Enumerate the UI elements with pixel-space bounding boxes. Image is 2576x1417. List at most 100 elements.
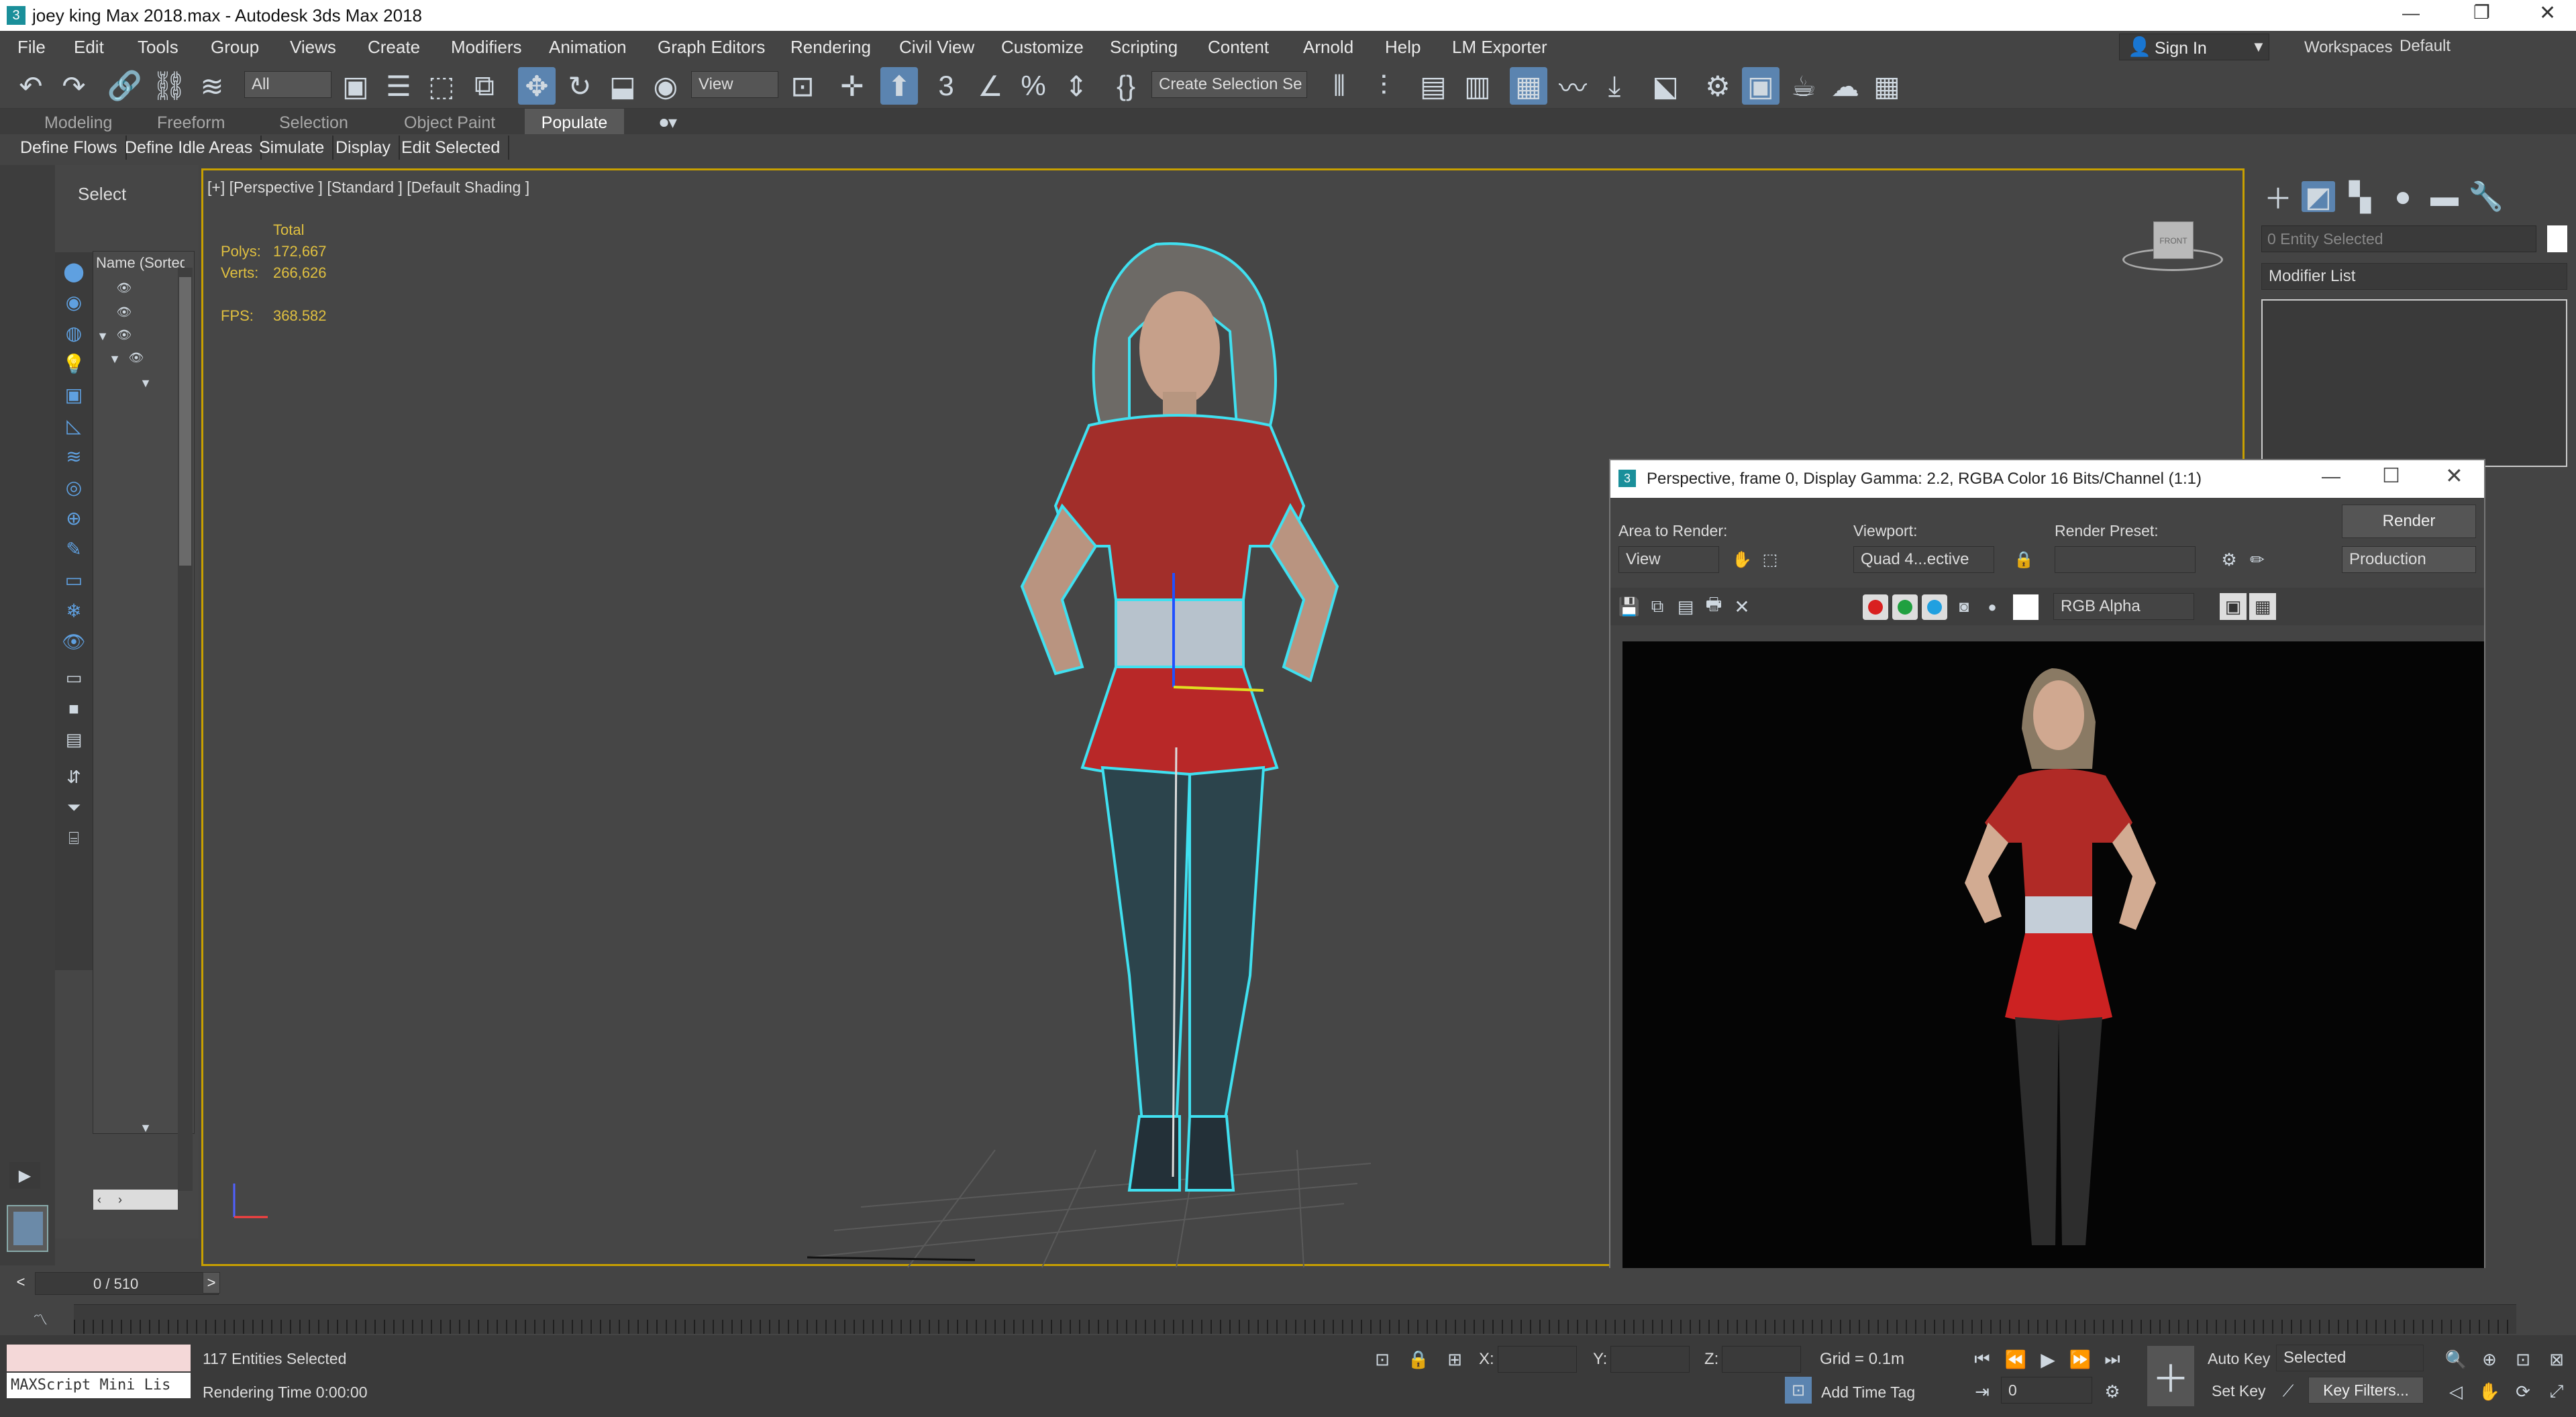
select-object-icon[interactable]: ▣ (338, 68, 373, 103)
key-mode-icon[interactable]: ⇥ (1969, 1378, 1996, 1405)
rendered-frame-icon[interactable]: ▣ (1742, 67, 1780, 105)
create-tab-icon[interactable]: ＋ (2261, 181, 2295, 215)
maxscript-listener-top[interactable] (7, 1345, 191, 1371)
orbit-icon[interactable]: ⟳ (2510, 1378, 2536, 1405)
rect-region-icon[interactable]: ⬚ (424, 68, 459, 103)
scrollbar-thumb[interactable] (179, 277, 191, 566)
current-frame-field[interactable]: 0 (2001, 1377, 2092, 1404)
alpha-channel-icon[interactable]: ◙ (1951, 594, 1977, 620)
spinner-snap-icon[interactable]: ⇕ (1059, 68, 1094, 103)
schematic-view-icon[interactable]: ⤓ (1597, 68, 1632, 103)
utilities-tab-icon[interactable]: 🔧 (2469, 180, 2504, 212)
material-editor-icon[interactable]: ⬕ (1648, 68, 1683, 103)
next-frame-icon[interactable]: ⏩ (2067, 1346, 2094, 1373)
absolute-mode-icon[interactable]: ⊞ (1441, 1346, 1468, 1373)
visibility-icon[interactable]: 👁 (116, 304, 132, 320)
entity-selected-field[interactable]: 0 Entity Selected (2261, 225, 2536, 252)
scene-explorer-icon[interactable]: ▥ (1460, 68, 1495, 103)
area-to-render-dropdown[interactable]: View (1618, 546, 1719, 573)
add-time-tag[interactable]: Add Time Tag (1821, 1383, 1915, 1402)
monochrome-icon[interactable]: ● (1979, 594, 2005, 620)
menu-rendering[interactable]: Rendering (790, 34, 871, 60)
menu-animation[interactable]: Animation (549, 34, 627, 60)
render-preset-dropdown[interactable] (2055, 546, 2196, 573)
ribbon-options-icon[interactable]: ⏺▾ (651, 111, 686, 134)
environment-icon[interactable]: ✏ (2244, 546, 2271, 573)
copy-image-icon[interactable]: ⧉ (1644, 593, 1671, 620)
rotate-icon[interactable]: ↻ (562, 68, 597, 103)
align-icon[interactable]: ⫶ (1366, 68, 1401, 103)
display-frozen-icon[interactable]: 👁 (59, 628, 89, 655)
display-cameras-icon[interactable]: ▣ (59, 381, 89, 408)
snap-3d-icon[interactable]: 3 (929, 68, 964, 103)
keyboard-shortcut-icon[interactable]: ⬆ (880, 67, 918, 105)
motion-tab-icon[interactable]: ● (2386, 180, 2420, 212)
display-dependents-icon[interactable]: ▤ (59, 726, 89, 753)
ref-coord-dropdown[interactable]: View (691, 71, 778, 98)
lock-icon[interactable]: 🔒 (2010, 546, 2037, 573)
display-lights-icon[interactable]: 💡 (59, 350, 89, 377)
z-coordinate-field[interactable] (1722, 1346, 1801, 1373)
clear-icon[interactable]: ✕ (1729, 593, 1755, 620)
unlink-icon[interactable]: ⛓ (151, 68, 187, 103)
move-icon[interactable]: ✥ (518, 67, 556, 105)
visibility-icon[interactable]: 👁 (116, 280, 132, 296)
maxscript-listener[interactable]: MAXScript Mini Lis (7, 1373, 191, 1398)
zoom-extents-all-icon[interactable]: ⊠ (2543, 1346, 2570, 1373)
toggle-overlay-icon[interactable]: ▦ (2249, 593, 2276, 620)
render-button[interactable]: Render (2342, 505, 2476, 538)
menu-customize[interactable]: Customize (1001, 34, 1084, 60)
ribbon-toggle-icon[interactable]: ▦ (1510, 67, 1547, 105)
pan-icon[interactable]: ✋ (2476, 1378, 2503, 1405)
edit-region-icon[interactable]: ✋ (1730, 547, 1754, 572)
signin-button[interactable]: 👤 Sign In ▼ (2119, 34, 2269, 60)
render-setup-icon[interactable]: ⚙ (2216, 546, 2243, 573)
display-tab-icon[interactable]: ▬ (2428, 180, 2461, 212)
menu-file[interactable]: File (17, 34, 46, 60)
define-idle-areas-button[interactable]: Define Idle Areas (125, 136, 262, 160)
display-containers-icon[interactable]: ▭ (59, 566, 89, 593)
place-icon[interactable]: ◉ (648, 68, 683, 103)
modifier-list-dropdown[interactable]: Modifier List (2261, 263, 2567, 290)
object-color-swatch[interactable] (2547, 225, 2567, 252)
minimize-button[interactable]: — (2402, 3, 2420, 23)
save-image-icon[interactable]: 💾 (1616, 593, 1643, 620)
display-geometry-icon[interactable]: ◉ (59, 288, 89, 315)
name-column-header[interactable]: Name (Sorted A (96, 254, 185, 272)
select-manipulate-icon[interactable]: ✛ (835, 68, 870, 103)
previous-frame-icon[interactable]: ⏪ (2002, 1346, 2029, 1373)
green-channel-toggle[interactable] (1892, 594, 1918, 620)
zoom-icon[interactable]: 🔍 (2442, 1346, 2469, 1373)
edit-selected-button[interactable]: Edit Selected (401, 136, 510, 160)
display-children-icon[interactable]: ▭ (59, 664, 89, 691)
maximize-viewport-icon[interactable]: ⤢ (2543, 1378, 2570, 1405)
workspace-dropdown[interactable]: Default (2393, 34, 2570, 60)
render-production-icon[interactable]: ☕ (1786, 68, 1821, 103)
menu-create[interactable]: Create (368, 34, 420, 60)
play-icon[interactable]: ▶ (2034, 1346, 2061, 1373)
define-flows-button[interactable]: Define Flows (20, 136, 127, 160)
explorer-options-icon[interactable]: ⌸ (59, 825, 89, 852)
tab-selection[interactable]: Selection (279, 109, 348, 137)
auto-key-button[interactable]: Auto Key (2208, 1350, 2270, 1368)
menu-content[interactable]: Content (1208, 34, 1269, 60)
timeline-prev-button[interactable]: < (12, 1272, 30, 1294)
timeline-next-button[interactable]: > (203, 1272, 220, 1294)
layer-manager-icon[interactable]: ▤ (1416, 68, 1451, 103)
display-none-icon[interactable]: ⬤ (59, 258, 89, 284)
channel-display-dropdown[interactable]: RGB Alpha (2053, 593, 2194, 620)
simulate-button[interactable]: Simulate (259, 136, 334, 160)
display-particles-icon[interactable]: ❄ (59, 597, 89, 624)
menu-edit[interactable]: Edit (74, 34, 104, 60)
expand-triangle-icon[interactable]: ▼ (138, 1120, 154, 1136)
menu-scripting[interactable]: Scripting (1110, 34, 1178, 60)
tab-populate[interactable]: Populate (525, 109, 624, 137)
selection-lock-icon[interactable]: 🔒 (1405, 1346, 1432, 1373)
menu-group[interactable]: Group (211, 34, 259, 60)
display-xrefs-icon[interactable]: ⊕ (59, 505, 89, 531)
menu-help[interactable]: Help (1385, 34, 1421, 60)
visibility-icon[interactable]: 👁 (116, 327, 132, 343)
curve-editor-icon[interactable]: 〰 (1555, 68, 1590, 104)
render-cloud-icon[interactable]: ☁ (1828, 68, 1863, 103)
named-selection-dropdown[interactable]: Create Selection Se (1151, 71, 1307, 98)
